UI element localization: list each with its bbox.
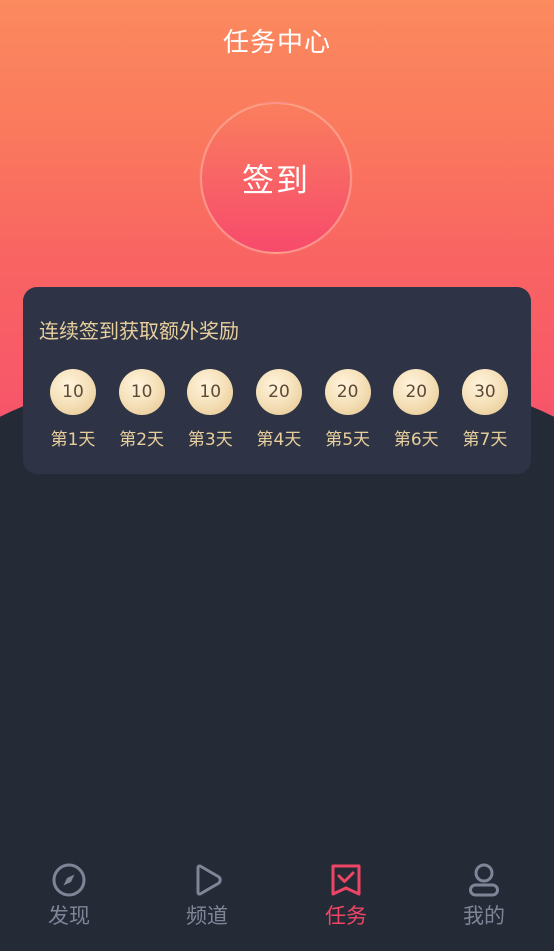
tab-profile[interactable]: 我的 xyxy=(439,862,529,930)
reward-coin: 20 xyxy=(255,369,302,415)
streak-day-4: 20 第4天 xyxy=(255,369,303,450)
play-icon xyxy=(189,862,225,898)
task-check-icon xyxy=(328,862,364,898)
day-label: 第3天 xyxy=(187,430,233,450)
day-label: 第2天 xyxy=(119,430,165,450)
reward-coin: 20 xyxy=(393,369,440,415)
user-icon xyxy=(466,862,502,898)
reward-coin: 30 xyxy=(461,369,508,415)
streak-day-7: 30 第7天 xyxy=(461,369,509,450)
checkin-button-label: 签到 xyxy=(241,161,310,199)
reward-coin: 10 xyxy=(118,369,165,415)
reward-coin: 10 xyxy=(187,369,234,415)
reward-coin: 20 xyxy=(324,369,371,415)
streak-days-row: 10 第1天 10 第2天 10 第3天 20 第4天 20 第5天 20 第6… xyxy=(49,369,509,450)
bottom-tab-bar: 发现 频道 任务 我的 xyxy=(0,848,554,951)
day-label: 第6天 xyxy=(393,430,439,450)
tab-label: 任务 xyxy=(325,904,367,928)
tab-channels[interactable]: 频道 xyxy=(162,862,252,930)
day-label: 第5天 xyxy=(325,430,371,450)
compass-icon xyxy=(51,862,87,898)
tab-discover[interactable]: 发现 xyxy=(24,862,114,930)
checkin-button[interactable]: 签到 xyxy=(200,102,352,254)
streak-day-2: 10 第2天 xyxy=(118,369,166,450)
tab-tasks[interactable]: 任务 xyxy=(301,862,391,930)
tab-label: 我的 xyxy=(463,904,505,928)
streak-reward-card: 连续签到获取额外奖励 10 第1天 10 第2天 10 第3天 20 第4天 2… xyxy=(23,287,531,474)
tab-label: 频道 xyxy=(186,904,228,928)
day-label: 第7天 xyxy=(462,430,508,450)
tab-label: 发现 xyxy=(48,904,90,928)
streak-reward-title: 连续签到获取额外奖励 xyxy=(39,319,239,343)
streak-day-6: 20 第6天 xyxy=(392,369,440,450)
task-center-screen: 任务中心 签到 连续签到获取额外奖励 10 第1天 10 第2天 10 第3天 … xyxy=(0,0,554,951)
day-label: 第4天 xyxy=(256,430,302,450)
reward-coin: 10 xyxy=(50,369,96,415)
page-title: 任务中心 xyxy=(222,28,331,58)
streak-day-3: 10 第3天 xyxy=(186,369,234,450)
day-label: 第1天 xyxy=(50,430,96,450)
streak-day-1: 10 第1天 xyxy=(49,369,97,450)
streak-day-5: 20 第5天 xyxy=(324,369,372,450)
